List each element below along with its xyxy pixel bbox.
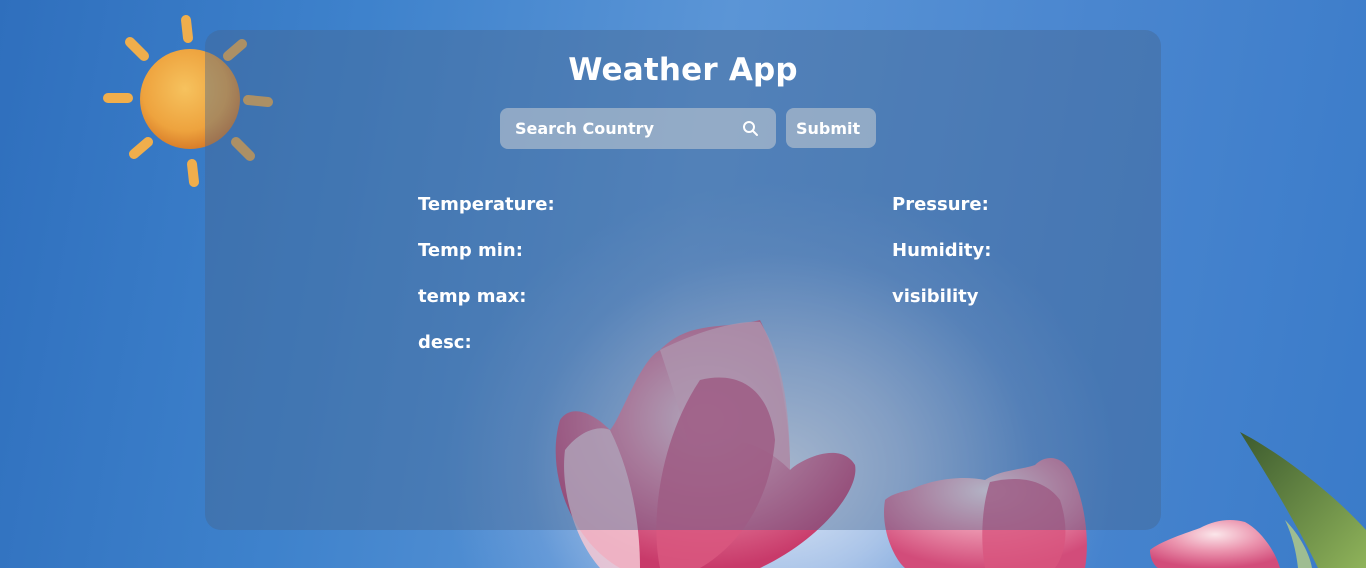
search-input[interactable] (500, 108, 730, 149)
description-label: desc: (418, 332, 472, 353)
weather-details-right: Pressure: Humidity: visibility (892, 193, 991, 331)
weather-details-left: Temperature: Temp min: temp max: desc: (418, 193, 555, 377)
visibility-label: visibility (892, 286, 979, 307)
pressure-label: Pressure: (892, 194, 989, 215)
submit-button[interactable]: Submit (786, 108, 876, 148)
page-title: Weather App (568, 52, 798, 88)
search-icon[interactable] (742, 120, 759, 137)
weather-page: Weather App Submit Temperature: Temp min… (0, 0, 1366, 568)
temp-min-label: Temp min: (418, 240, 523, 261)
search-box (500, 108, 776, 149)
temperature-label: Temperature: (418, 194, 555, 215)
weather-card: Weather App Submit Temperature: Temp min… (205, 30, 1161, 530)
temp-max-label: temp max: (418, 286, 527, 307)
humidity-label: Humidity: (892, 240, 992, 261)
